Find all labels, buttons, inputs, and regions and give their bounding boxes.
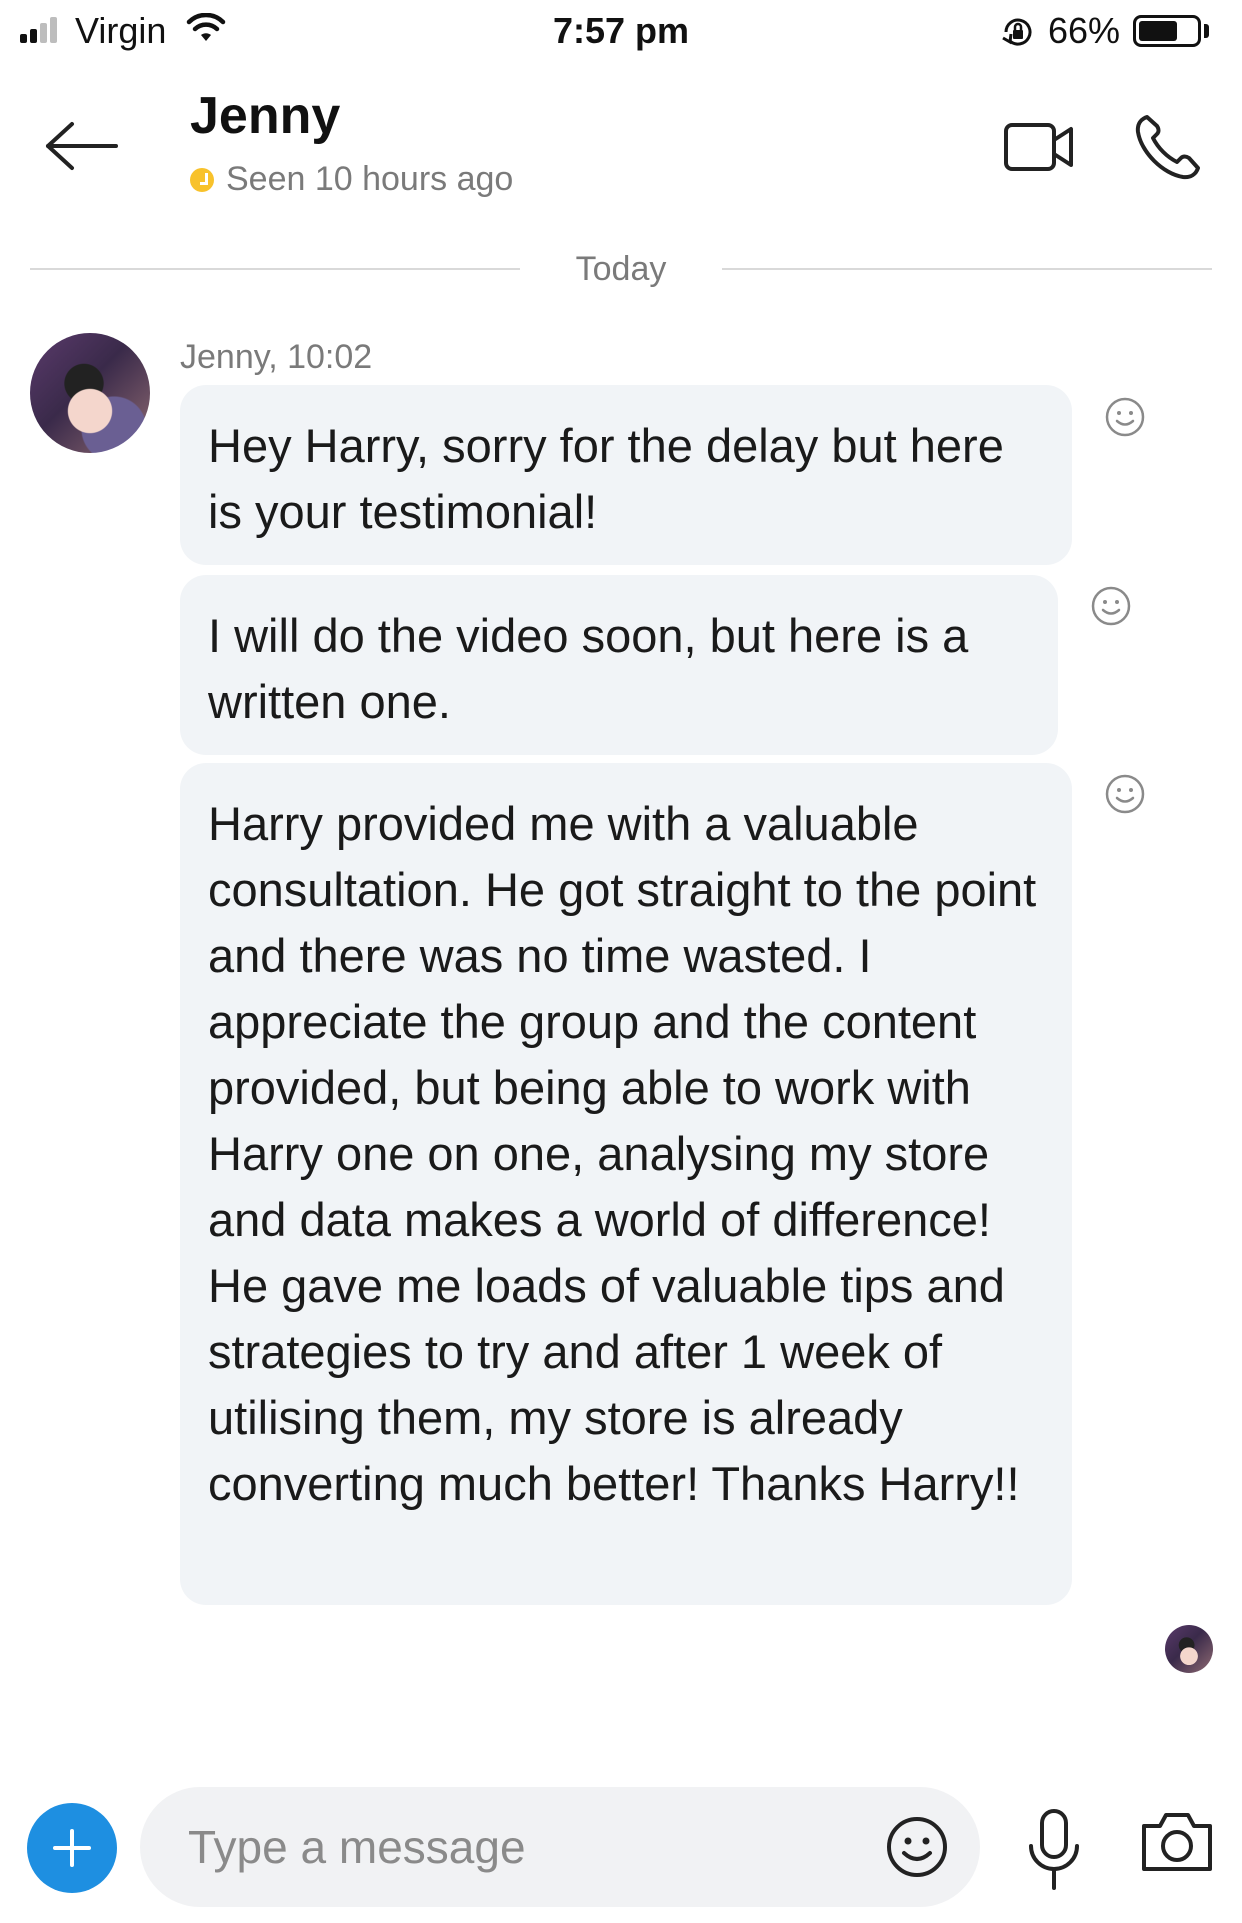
battery-icon — [1133, 15, 1201, 47]
message-box[interactable] — [140, 1787, 980, 1907]
status-bar: Virgin 7:57 pm 66% — [0, 0, 1242, 64]
day-divider: Today — [30, 250, 1212, 290]
presence-status: Seen 10 hours ago — [190, 160, 513, 199]
contact-name[interactable]: Jenny — [190, 86, 340, 146]
back-arrow-icon[interactable] — [42, 118, 120, 174]
presence-text: Seen 10 hours ago — [226, 160, 514, 198]
message-bubble[interactable]: Harry provided me with a valuable consul… — [180, 763, 1072, 1605]
add-reaction-icon[interactable] — [1090, 585, 1132, 627]
message-input[interactable] — [188, 1787, 868, 1907]
message-bubble[interactable]: Hey Harry, sorry for the delay but here … — [180, 385, 1072, 565]
emoji-icon[interactable] — [885, 1815, 949, 1879]
add-reaction-icon[interactable] — [1104, 396, 1146, 438]
video-call-icon[interactable] — [1003, 122, 1075, 172]
battery-percent: 66% — [1048, 10, 1121, 51]
read-receipt-avatar — [1165, 1625, 1213, 1673]
camera-icon[interactable] — [1140, 1810, 1214, 1874]
battery-tip — [1204, 24, 1209, 38]
add-button[interactable] — [27, 1803, 117, 1893]
contact-avatar[interactable] — [30, 333, 150, 453]
orientation-lock-icon — [1002, 18, 1032, 46]
add-reaction-icon[interactable] — [1104, 773, 1146, 815]
phone-icon[interactable] — [1133, 112, 1203, 182]
message-sender-time: Jenny, 10:02 — [180, 338, 373, 376]
message-bubble[interactable]: I will do the video soon, but here is a … — [180, 575, 1058, 755]
presence-away-icon — [190, 167, 214, 192]
microphone-icon[interactable] — [1025, 1808, 1083, 1894]
